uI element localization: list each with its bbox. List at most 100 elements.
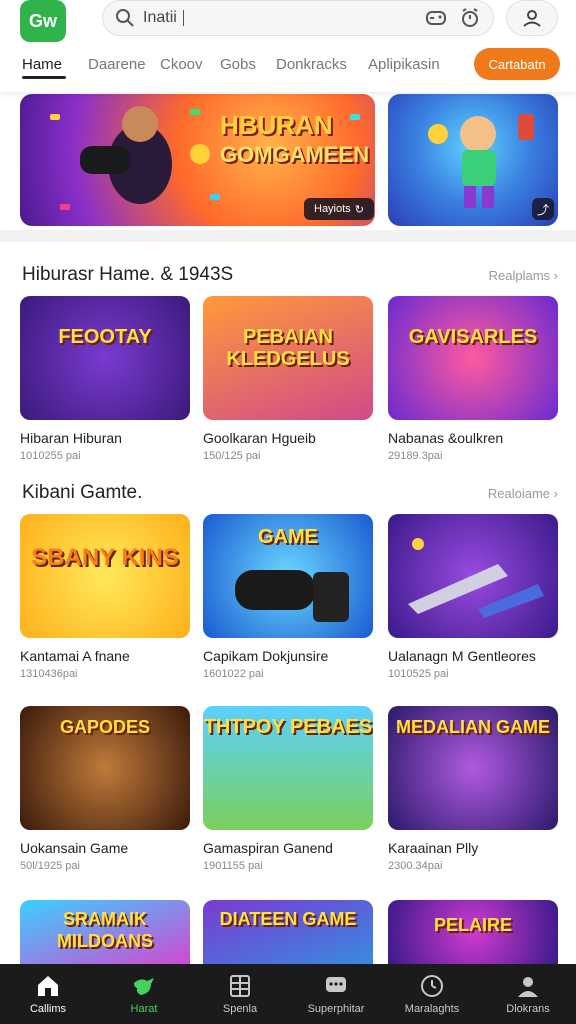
game-thumbnail: DIATEEN GAME [203, 900, 373, 964]
game-card[interactable]: PELAIRE [388, 900, 558, 964]
nav-item-5[interactable]: Maralaghts [384, 964, 480, 1024]
nav-item-2[interactable]: Harat [96, 964, 192, 1024]
search-icon [116, 9, 134, 27]
card-title: Hibaran Hiburan [20, 430, 122, 446]
game-card[interactable]: PEBAIAN KLEDGELUS Goolkaran Hgueib 150/1… [203, 296, 373, 462]
cta-button[interactable]: Cartabatn [474, 48, 560, 80]
thumbnail-title: MEDALIAN GAME [396, 717, 550, 737]
user-icon [523, 10, 541, 27]
tab-3[interactable]: Ckoov [160, 56, 203, 73]
game-card[interactable]: Ualanagn M Gentleores 1010525 pai [388, 514, 558, 680]
card-meta: 2300.34pai [388, 860, 443, 872]
section-divider [0, 230, 576, 242]
banner-badge-label: Hayiots [314, 203, 351, 215]
game-card[interactable]: GAPODES Uokansain Game 50l/1925 pai [20, 706, 190, 872]
tab-6[interactable]: Aplipikasin [368, 56, 440, 73]
gamepad-icon[interactable] [425, 7, 447, 29]
thumbnail-title: THTPOY PEBAES [203, 716, 373, 738]
game-card[interactable]: FEOOTAY Hibaran Hiburan 1010255 pai [20, 296, 190, 462]
game-card[interactable]: MEDALIAN GAME Karaainan Plly 2300.34pai [388, 706, 558, 872]
nav-label: Superphitar [307, 1003, 365, 1015]
game-thumbnail: THTPOY PEBAES [203, 706, 373, 830]
chat-icon [326, 977, 346, 992]
app-logo[interactable]: Gw [20, 0, 66, 42]
thumbnail-title: DIATEEN GAME [219, 909, 357, 929]
game-card[interactable]: GAVISARLES Nabanas &oulkren 29189.3pai [388, 296, 558, 462]
top-header: Gw Inatii Hame Daarene Ckoov Gobs Donkra… [0, 0, 576, 92]
game-thumbnail [388, 514, 558, 638]
featured-banner-side[interactable]: ⤴ [388, 94, 558, 226]
card-title: Nabanas &oulkren [388, 430, 504, 446]
card-title: Karaainan Plly [388, 840, 479, 856]
clock-icon [421, 975, 443, 997]
game-thumbnail: MEDALIAN GAME [388, 706, 558, 830]
thumbnail-title: SRAMAIK MILDOANS [57, 909, 153, 951]
nav-label: Callims [29, 1003, 67, 1015]
game-card[interactable]: SRAMAIK MILDOANS [20, 900, 190, 964]
section-title-1: Hiburasr Hame. & 1943S [22, 264, 234, 285]
game-thumbnail: GAPODES [20, 706, 190, 830]
card-meta: 1010255 pai [20, 450, 81, 462]
card-title: Capikam Dokjunsire [203, 648, 329, 664]
gamepad-illustration [235, 570, 349, 622]
section-title-2: Kibani Gamte. [22, 482, 143, 503]
game-card[interactable]: THTPOY PEBAES Gamaspiran Ganend 1901155 … [203, 706, 373, 872]
card-meta: 50l/1925 pai [20, 860, 80, 872]
nav-item-home[interactable]: Callims [0, 964, 96, 1024]
game-card[interactable]: GAME Capikam Dokjunsire 1601022 pai [203, 514, 373, 680]
card-meta: 1601022 pai [203, 668, 264, 680]
profile-button[interactable] [506, 0, 558, 36]
thumbnail-title: PELAIRE [433, 915, 512, 935]
banner-subtitle: GOMGAMEEN [220, 142, 370, 167]
tab-4[interactable]: Gobs [220, 56, 256, 73]
nav-item-3[interactable]: Spenla [192, 964, 288, 1024]
tab-5[interactable]: Donkracks [276, 56, 347, 73]
bottom-navigation: Callims Harat Spenla Superphitar Maralag… [0, 964, 576, 1024]
category-tabs: Hame Daarene Ckoov Gobs Donkracks Aplipi… [0, 46, 576, 86]
banner-title: HBURAN [220, 110, 333, 140]
tab-2[interactable]: Daarene [88, 56, 146, 73]
game-thumbnail: SRAMAIK MILDOANS [20, 900, 190, 964]
card-title: Goolkaran Hgueib [203, 430, 316, 446]
thumbnail-title: FEOOTAY [58, 326, 152, 348]
thumbnail-title: SBANY KINS [31, 544, 179, 571]
card-meta: 150/125 pai [203, 450, 261, 462]
nav-item-6[interactable]: Dlokrans [480, 964, 576, 1024]
section-link-2[interactable]: Realoiame › [488, 486, 558, 501]
nav-item-4[interactable]: Superphitar [288, 964, 384, 1024]
alarm-icon[interactable] [459, 7, 481, 29]
game-thumbnail: PELAIRE [388, 900, 558, 964]
nav-label: Dlokrans [506, 1003, 550, 1015]
refresh-icon: ↻ [354, 203, 364, 216]
game-thumbnail: PEBAIAN KLEDGELUS [203, 296, 373, 420]
game-thumbnail: FEOOTAY [20, 296, 190, 420]
thumbnail-title: GAVISARLES [408, 326, 538, 348]
banner-badge[interactable]: Hayiots ↻ [304, 198, 374, 220]
card-title: Gamaspiran Ganend [203, 840, 333, 856]
card-meta: 1310436pai [20, 668, 78, 680]
card-meta: 29189.3pai [388, 450, 443, 462]
section-link-1[interactable]: Realplams › [489, 268, 558, 283]
featured-banner-main[interactable]: HBURAN GOMGAMEEN Hayiots ↻ [20, 94, 375, 226]
game-thumbnail: GAME [203, 514, 373, 638]
share-icon[interactable]: ⤴ [532, 198, 554, 220]
card-meta: 1901155 pai [203, 860, 263, 872]
card-title: Ualanagn M Gentleores [388, 648, 536, 664]
active-tab-indicator [22, 76, 66, 79]
game-card[interactable]: SBANY KINS Kantamai A fnane 1310436pai [20, 514, 190, 680]
card-meta: 1010525 pai [388, 668, 449, 680]
thumbnail-title: GAPODES [59, 717, 151, 737]
search-input[interactable]: Inatii [143, 9, 413, 27]
card-title: Uokansain Game [20, 840, 129, 856]
thumbnail-title: PEBAIAN KLEDGELUS [226, 326, 350, 370]
game-thumbnail: SBANY KINS [20, 514, 190, 638]
tab-home[interactable]: Hame [22, 56, 62, 73]
nav-label: Maralaghts [404, 1003, 460, 1015]
game-thumbnail: GAVISARLES [388, 296, 558, 420]
search-bar[interactable]: Inatii [102, 0, 494, 36]
nav-label: Harat [130, 1003, 158, 1015]
card-title: Kantamai A fnane [20, 648, 130, 664]
rocket-illustration [408, 538, 544, 618]
game-card[interactable]: DIATEEN GAME [203, 900, 373, 964]
grid-icon [230, 975, 250, 997]
